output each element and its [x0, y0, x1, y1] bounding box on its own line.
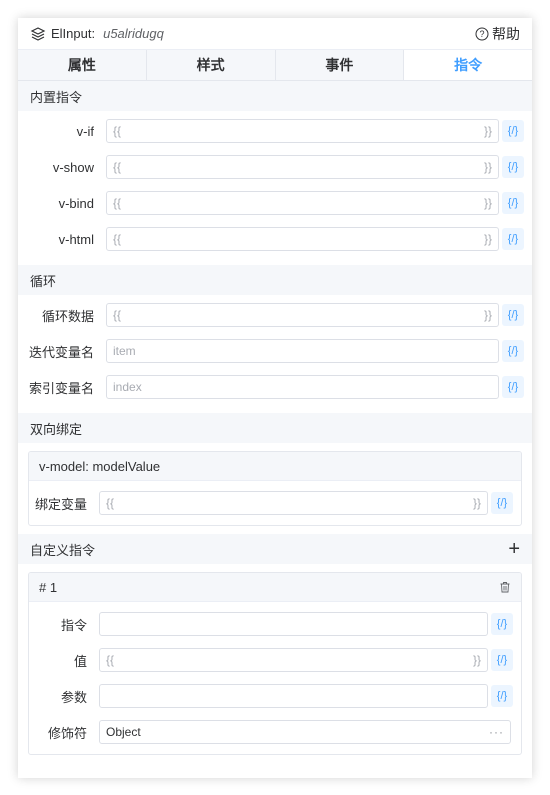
more-icon[interactable]: ··· [489, 725, 504, 739]
tab-events[interactable]: 事件 [275, 50, 405, 80]
loop-item-expression-button[interactable]: {/} [502, 340, 524, 362]
v-show-expression-button[interactable]: {/} [502, 156, 524, 178]
v-model-rows: 绑定变量 {{ }} {/} [29, 481, 521, 525]
help-button[interactable]: ? 帮助 [475, 24, 520, 44]
svg-text:?: ? [479, 29, 484, 39]
help-label: 帮助 [492, 25, 520, 42]
panel-header: ElInput: u5alridugq ? 帮助 [18, 18, 532, 50]
tab-properties[interactable]: 属性 [18, 50, 147, 80]
tab-bar: 属性 样式 事件 指令 [18, 50, 532, 81]
custom-directives-title: 自定义指令 [30, 542, 96, 558]
loop-index-label: 索引变量名 [28, 380, 94, 396]
loop-item-row: 迭代变量名 item {/} [26, 333, 532, 369]
loop-index-input[interactable]: index [106, 375, 499, 399]
custom-directive-arg-expression-button[interactable]: {/} [491, 685, 513, 707]
loop-data-expression-button[interactable]: {/} [502, 304, 524, 326]
custom-directive-modifiers-row: 修饰符 Object ··· [29, 714, 521, 750]
section-custom-directives: 自定义指令 + [18, 534, 532, 564]
plus-icon[interactable]: + [508, 539, 520, 559]
v-show-label: v-show [52, 159, 94, 175]
v-bind-expression-button[interactable]: {/} [502, 192, 524, 214]
custom-directive-value-label: 值 [73, 653, 87, 669]
loop-rows: 循环数据 {{ }} {/} 迭代变量名 item {/} 索引变量名 inde… [18, 295, 532, 407]
v-html-expression-button[interactable]: {/} [502, 228, 524, 250]
custom-directive-card: # 1 指令 {/} 值 {{ }} {/} 参数 {/} 修饰符 Object… [28, 572, 522, 755]
section-loop: 循环 [18, 265, 532, 295]
custom-directive-name-label: 指令 [60, 617, 87, 633]
directive-row-v-if: v-if {{ }} {/} [26, 113, 532, 149]
loop-index-expression-button[interactable]: {/} [502, 376, 524, 398]
loop-item-input[interactable]: item [106, 339, 499, 363]
custom-directive-name-expression-button[interactable]: {/} [491, 613, 513, 635]
question-circle-icon: ? [475, 27, 489, 40]
section-two-way-binding: 双向绑定 [18, 413, 532, 443]
custom-directive-index: # 1 [39, 579, 58, 595]
custom-directive-header: # 1 [29, 573, 521, 602]
custom-directive-arg-row: 参数 {/} [29, 678, 521, 714]
custom-directive-modifiers-label: 修饰符 [47, 725, 87, 741]
loop-data-label: 循环数据 [41, 308, 94, 324]
custom-directive-arg-label: 参数 [60, 689, 87, 705]
v-if-expression-button[interactable]: {/} [502, 120, 524, 142]
v-bind-input[interactable]: {{ }} [106, 191, 499, 215]
trash-icon[interactable] [499, 581, 511, 593]
tab-styles[interactable]: 样式 [146, 50, 276, 80]
custom-directive-arg-input[interactable] [99, 684, 488, 708]
directive-row-v-show: v-show {{ }} {/} [26, 149, 532, 185]
v-if-label: v-if [76, 123, 94, 139]
builtin-directive-rows: v-if {{ }} {/} v-show {{ }} {/} v-bind {… [18, 111, 532, 259]
v-html-label: v-html [58, 231, 94, 247]
v-if-input[interactable]: {{ }} [106, 119, 499, 143]
tab-directives[interactable]: 指令 [404, 50, 532, 80]
custom-directive-name-input[interactable] [99, 612, 488, 636]
directive-row-v-html: v-html {{ }} {/} [26, 221, 532, 257]
properties-panel: ElInput: u5alridugq ? 帮助 属性 样式 事件 指令 内置指… [18, 18, 532, 778]
custom-directive-value-expression-button[interactable]: {/} [491, 649, 513, 671]
directive-row-v-bind: v-bind {{ }} {/} [26, 185, 532, 221]
v-bind-label: v-bind [58, 195, 94, 211]
custom-directive-name-row: 指令 {/} [29, 606, 521, 642]
binding-var-expression-button[interactable]: {/} [491, 492, 513, 514]
section-builtin-directives: 内置指令 [18, 81, 532, 111]
binding-var-input[interactable]: {{ }} [99, 491, 488, 515]
loop-item-label: 迭代变量名 [28, 344, 94, 360]
component-id: u5alridugq [103, 26, 164, 41]
custom-directive-modifiers-input[interactable]: Object ··· [99, 720, 511, 744]
layers-icon [30, 26, 46, 41]
custom-directive-rows: 指令 {/} 值 {{ }} {/} 参数 {/} 修饰符 Object ··· [29, 602, 521, 754]
binding-var-label: 绑定变量 [34, 496, 87, 512]
component-name: ElInput: [51, 26, 96, 41]
loop-data-row: 循环数据 {{ }} {/} [26, 297, 532, 333]
custom-directive-value-input[interactable]: {{ }} [99, 648, 488, 672]
loop-data-input[interactable]: {{ }} [106, 303, 499, 327]
loop-index-row: 索引变量名 index {/} [26, 369, 532, 405]
v-show-input[interactable]: {{ }} [106, 155, 499, 179]
binding-var-row: 绑定变量 {{ }} {/} [29, 485, 521, 521]
custom-directive-value-row: 值 {{ }} {/} [29, 642, 521, 678]
v-html-input[interactable]: {{ }} [106, 227, 499, 251]
v-model-header: v-model: modelValue [29, 452, 521, 481]
v-model-card: v-model: modelValue 绑定变量 {{ }} {/} [28, 451, 522, 526]
